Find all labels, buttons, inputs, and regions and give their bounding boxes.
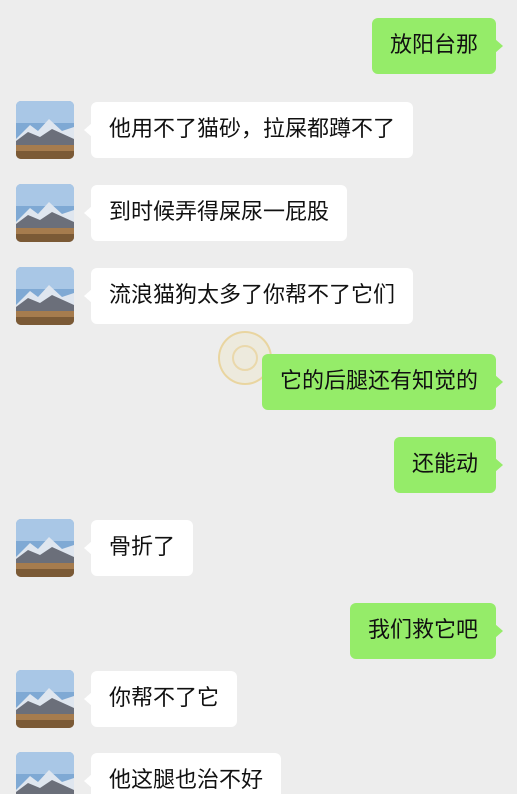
contact-avatar[interactable]	[16, 101, 74, 159]
chat-message-list: 放阳台那 他用不了猫砂，拉屎都蹲不了 到时候弄得屎尿一屁股 流浪猫狗太多了你帮不…	[0, 0, 517, 794]
mountain-landscape-avatar-icon	[16, 101, 74, 159]
message-bubble-incoming[interactable]: 你帮不了它	[83, 671, 238, 727]
message-row-incoming: 到时候弄得屎尿一屁股	[0, 184, 517, 242]
contact-avatar[interactable]	[16, 752, 74, 794]
contact-avatar[interactable]	[16, 267, 74, 325]
mountain-landscape-avatar-icon	[16, 752, 74, 794]
mountain-landscape-avatar-icon	[16, 184, 74, 242]
message-bubble-outgoing[interactable]: 放阳台那	[371, 18, 504, 74]
message-bubble-incoming[interactable]: 他用不了猫砂，拉屎都蹲不了	[83, 102, 414, 158]
message-row-outgoing: 它的后腿还有知觉的	[0, 354, 517, 412]
contact-avatar[interactable]	[16, 519, 74, 577]
mountain-landscape-avatar-icon	[16, 519, 74, 577]
message-row-incoming: 骨折了	[0, 519, 517, 577]
message-row-incoming: 你帮不了它	[0, 670, 517, 728]
message-bubble-incoming[interactable]: 他这腿也治不好	[83, 753, 282, 794]
message-bubble-incoming[interactable]: 到时候弄得屎尿一屁股	[83, 185, 348, 241]
mountain-landscape-avatar-icon	[16, 267, 74, 325]
message-row-outgoing: 放阳台那	[0, 18, 517, 76]
contact-avatar[interactable]	[16, 184, 74, 242]
mountain-landscape-avatar-icon	[16, 670, 74, 728]
message-row-incoming: 流浪猫狗太多了你帮不了它们	[0, 267, 517, 325]
message-row-incoming: 他这腿也治不好	[0, 752, 517, 794]
message-row-outgoing: 还能动	[0, 437, 517, 495]
contact-avatar[interactable]	[16, 670, 74, 728]
message-row-incoming: 他用不了猫砂，拉屎都蹲不了	[0, 101, 517, 159]
message-row-outgoing: 我们救它吧	[0, 603, 517, 661]
message-bubble-incoming[interactable]: 流浪猫狗太多了你帮不了它们	[83, 268, 414, 324]
message-bubble-outgoing[interactable]: 它的后腿还有知觉的	[261, 354, 504, 410]
message-bubble-outgoing[interactable]: 我们救它吧	[349, 603, 504, 659]
message-bubble-outgoing[interactable]: 还能动	[393, 437, 504, 493]
message-bubble-incoming[interactable]: 骨折了	[83, 520, 194, 576]
